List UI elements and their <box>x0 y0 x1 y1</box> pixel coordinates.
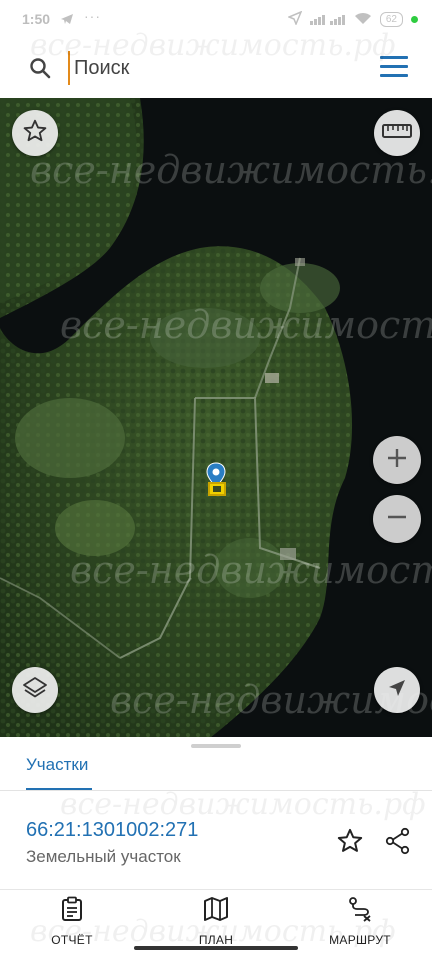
layers-icon <box>21 674 49 707</box>
minus-icon <box>385 505 409 534</box>
share-icon <box>384 827 412 859</box>
share-button[interactable] <box>384 827 412 860</box>
add-favorite-button[interactable] <box>336 827 364 860</box>
map-imagery <box>0 98 432 738</box>
telegram-icon <box>60 12 74 28</box>
measure-button[interactable] <box>374 110 420 156</box>
bottom-sheet: Участки все-недвижимость.рф 66:21:130100… <box>0 737 432 890</box>
watermark-text: все-недвижимость.рф <box>30 914 396 949</box>
status-time: 1:50 <box>22 11 51 27</box>
cadastral-number[interactable]: 66:21:1301002:271 <box>26 819 198 842</box>
parcel-type: Земельный участок <box>26 847 181 866</box>
search-bar: все-недвижимость.рф <box>6 28 426 92</box>
signal-icon <box>309 12 346 28</box>
watermark-text: все-недвижимость.рф <box>30 28 396 63</box>
zoom-in-button[interactable] <box>373 436 421 484</box>
star-icon <box>336 828 364 859</box>
zoom-out-button[interactable] <box>373 495 421 543</box>
wifi-icon <box>354 12 372 28</box>
favorites-button[interactable] <box>12 110 58 156</box>
satellite-map[interactable]: все-недвижимость.рф все-недвижимость.рф … <box>0 98 432 738</box>
star-icon <box>22 118 48 149</box>
parcel-marker[interactable] <box>208 482 226 496</box>
ruler-icon <box>382 123 412 144</box>
plus-icon <box>385 446 409 475</box>
tab-parcels[interactable]: Участки <box>26 755 88 775</box>
active-indicator-dot <box>411 16 418 23</box>
home-indicator[interactable] <box>134 946 298 950</box>
more-notifications-icon: ··· <box>84 8 101 24</box>
battery-icon: 62 <box>379 12 403 27</box>
sheet-drag-handle[interactable] <box>191 744 241 748</box>
my-location-button[interactable] <box>374 667 420 713</box>
navigation-arrow-icon <box>386 677 408 704</box>
watermark-text: все-недвижимость.рф <box>60 787 426 822</box>
layers-button[interactable] <box>12 667 58 713</box>
location-icon <box>286 10 303 28</box>
